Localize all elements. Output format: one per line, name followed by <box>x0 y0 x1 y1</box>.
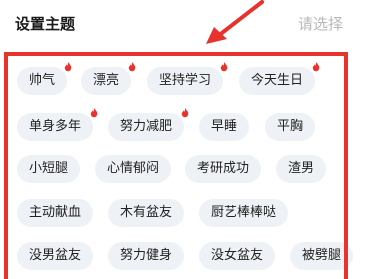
tag-label: 渣男 <box>288 161 315 176</box>
tag-item[interactable]: 没女盆友 <box>199 242 276 270</box>
flame-icon <box>128 62 136 72</box>
tag-label: 小短腿 <box>29 161 69 176</box>
tag-item[interactable]: 平胸 <box>265 113 316 141</box>
tag-item[interactable]: 考研成功 <box>185 155 262 183</box>
tag-label: 心情郁闷 <box>107 161 160 176</box>
tag-label: 努力健身 <box>120 248 173 263</box>
tag-label: 主动献血 <box>29 205 82 220</box>
tag-label: 单身多年 <box>29 119 82 134</box>
tag-label: 考研成功 <box>197 161 250 176</box>
flame-icon <box>312 62 320 72</box>
tag-label: 木有盆友 <box>120 205 173 220</box>
tag-item[interactable]: 渣男 <box>276 155 327 183</box>
tag-label: 平胸 <box>277 119 304 134</box>
flame-icon <box>220 62 228 72</box>
tag-label: 今天生日 <box>251 73 304 88</box>
tag-item[interactable]: 木有盆友 <box>108 199 185 227</box>
tag-item[interactable]: 早睡 <box>199 113 250 141</box>
tag-label: 漂亮 <box>93 73 120 88</box>
tag-item[interactable]: 小短腿 <box>17 155 81 183</box>
tag-label: 被劈腿 <box>302 248 342 263</box>
theme-settings-panel: 设置主题 请选择 帅气 漂亮 坚持学习 今天生日 单身多年 努力减肥 早睡 平胸… <box>0 0 365 279</box>
tag-list: 帅气 漂亮 坚持学习 今天生日 单身多年 努力减肥 早睡 平胸 小短腿 心情郁闷… <box>0 0 365 279</box>
flame-icon <box>64 62 72 72</box>
tag-item[interactable]: 心情郁闷 <box>95 155 172 183</box>
tag-item[interactable]: 单身多年 <box>17 108 98 141</box>
tag-label: 努力减肥 <box>120 119 173 134</box>
tag-item[interactable]: 帅气 <box>17 62 72 95</box>
tag-label: 没男盆友 <box>29 248 82 263</box>
tag-item[interactable]: 今天生日 <box>239 62 320 95</box>
tag-item[interactable]: 厨艺棒棒哒 <box>199 199 289 227</box>
tag-label: 厨艺棒棒哒 <box>211 205 277 220</box>
tag-item[interactable]: 坚持学习 <box>147 62 228 95</box>
tag-item[interactable]: 主动献血 <box>17 199 94 227</box>
tag-label: 没女盆友 <box>211 248 264 263</box>
tag-item[interactable]: 努力健身 <box>108 242 185 270</box>
tag-item[interactable]: 漂亮 <box>81 62 136 95</box>
flame-icon <box>181 108 189 118</box>
tag-item[interactable]: 努力减肥 <box>108 108 189 141</box>
tag-label: 早睡 <box>211 119 238 134</box>
tag-label: 帅气 <box>29 73 56 88</box>
flame-icon <box>90 108 98 118</box>
tag-item[interactable]: 没男盆友 <box>17 242 94 270</box>
tag-item[interactable]: 被劈腿 <box>290 242 354 270</box>
tag-label: 坚持学习 <box>159 73 212 88</box>
